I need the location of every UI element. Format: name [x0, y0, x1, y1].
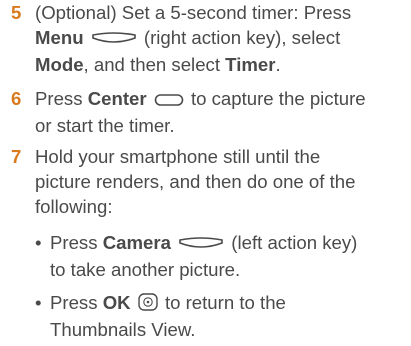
step-number: 6 — [11, 88, 22, 109]
ok-key-label: OK — [102, 292, 131, 313]
timer-label: Timer — [225, 53, 276, 75]
step-text: Press Center to capture the picture or s… — [35, 86, 405, 138]
step-line: Mode, and then select Timer. — [35, 53, 281, 75]
step-text: (Optional) Set a 5-second timer: Press M… — [35, 0, 405, 77]
mode-label: Mode — [35, 53, 84, 75]
bullet-line: Thumbnails View. — [50, 318, 196, 340]
step-text: Hold your smartphone still until the pic… — [35, 144, 405, 219]
bullet-line: Press Camera (left action key) — [50, 230, 405, 257]
instruction-page: 5 (Optional) Set a 5-second timer: Press… — [0, 0, 411, 346]
ok-key-icon — [138, 292, 158, 317]
step-line: following: — [35, 196, 113, 217]
right-action-key-icon — [91, 27, 137, 52]
bullet-marker: • — [35, 292, 42, 313]
center-key-label: Center — [87, 88, 147, 109]
menu-key-label: Menu — [35, 27, 84, 48]
step-line: Menu (right action key), select — [35, 25, 405, 52]
step-number: 7 — [11, 146, 22, 167]
step-number: 5 — [11, 2, 22, 23]
step-line: (Optional) Set a 5-second timer: Press — [35, 2, 352, 23]
step-line: or start the timer. — [35, 114, 175, 136]
bullet-line: Press OK to return to the — [50, 290, 405, 317]
step-line: picture renders, and then do one of the — [35, 171, 356, 192]
bullet-item-camera: • Press Camera (left action key) to take… — [35, 230, 405, 282]
bullet-item-ok: • Press OK to return to the Thumbnails V… — [35, 290, 405, 342]
step-line: Press Center to capture the picture — [35, 86, 405, 113]
center-key-icon — [154, 88, 184, 113]
bullet-marker: • — [35, 232, 42, 253]
step-line: Hold your smartphone still until the — [35, 146, 321, 167]
bullet-line: to take another picture. — [50, 258, 241, 280]
camera-key-label: Camera — [102, 232, 171, 253]
left-action-key-icon — [178, 232, 224, 257]
